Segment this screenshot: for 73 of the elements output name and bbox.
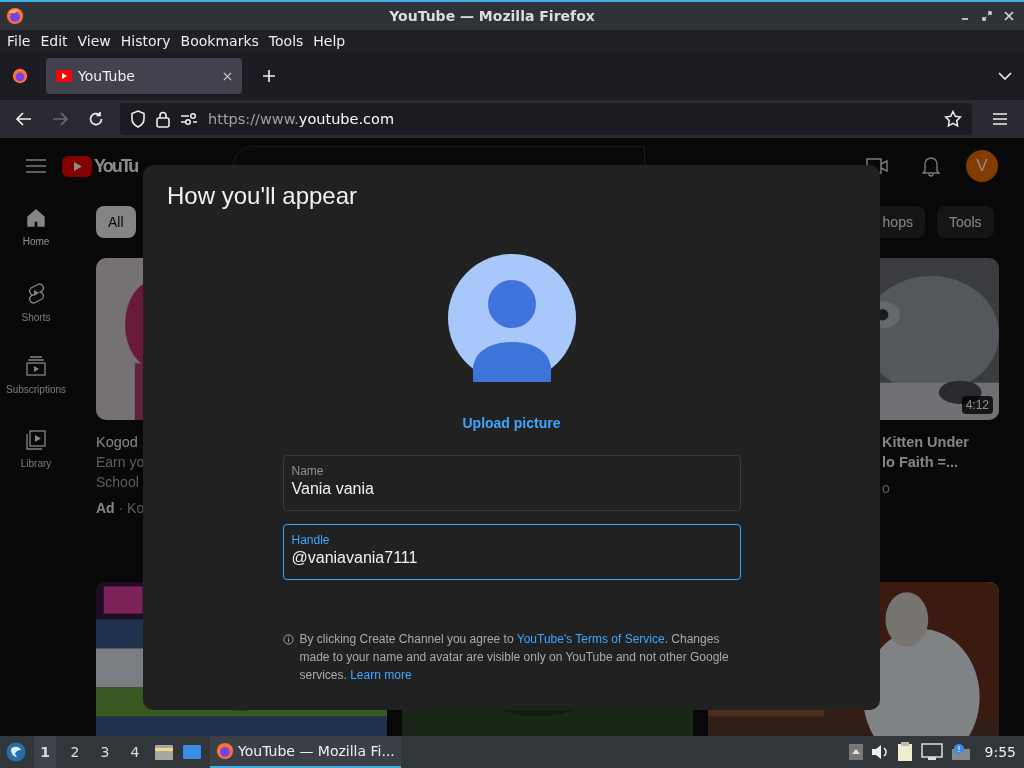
taskbar-button[interactable]: YouTube — Mozilla Fi... (210, 736, 401, 768)
firefox-icon (6, 7, 24, 25)
clipboard-icon[interactable] (896, 742, 913, 762)
text-field[interactable]: Handle @vaniavania7111 (282, 524, 741, 580)
field-label: Name (291, 464, 324, 478)
close-icon[interactable] (1004, 11, 1014, 21)
video-title[interactable]: Kogod (96, 432, 138, 452)
chevron-down-icon[interactable] (998, 72, 1012, 80)
filter-chip[interactable]: Tools (936, 206, 994, 238)
sidebar-item[interactable]: Shorts (0, 282, 72, 356)
terms-link[interactable]: YouTube's Terms of Service (516, 632, 665, 646)
firefox-icon (216, 742, 234, 760)
sidebar-item[interactable]: Home (0, 208, 72, 282)
menu-item[interactable]: Tools (263, 33, 309, 49)
field-label: Handle (291, 533, 330, 547)
window-title: YouTube — Mozilla Firefox (388, 8, 596, 24)
clock: 9:55 (984, 744, 1016, 760)
video-title[interactable]: Kitten Under (882, 432, 969, 452)
address-bar[interactable]: https://www.youtube.com (120, 103, 972, 135)
library-icon (26, 430, 46, 450)
field-value: Vania vania (291, 479, 374, 498)
workspace-button[interactable]: 1 (34, 736, 56, 768)
close-icon[interactable] (223, 71, 232, 81)
file-manager-icon[interactable] (154, 743, 174, 761)
url-text: https://www.youtube.com (208, 111, 395, 127)
menu-item[interactable]: History (115, 33, 176, 49)
update-notice-icon[interactable] (950, 743, 971, 761)
shorts-icon (26, 282, 46, 304)
sidebar-item[interactable]: Library (0, 430, 72, 504)
avatar-placeholder-icon[interactable] (447, 254, 576, 382)
menu-item[interactable]: Edit (35, 33, 73, 49)
field-value: @vaniavania7111 (291, 548, 418, 567)
network-icon[interactable] (920, 743, 943, 761)
workspace-button[interactable]: 2 (64, 736, 86, 768)
notice-text: By clicking Create Channel you agree to YouTube's Terms of Service. Changes made to your name and avatar are visible only on YouTube and not other Google services. Learn more (299, 631, 730, 684)
learn-more-link[interactable]: Learn more (350, 668, 412, 682)
info-icon (282, 634, 294, 645)
lock-icon[interactable] (156, 110, 170, 128)
video-meta: o (882, 479, 890, 498)
play-logo-icon[interactable] (62, 155, 92, 177)
dialog-title: How you'll appear (167, 182, 358, 210)
home-icon (26, 208, 46, 228)
workspace-button[interactable]: 4 (124, 736, 146, 768)
start-menu-icon[interactable] (6, 742, 26, 762)
reload-icon[interactable] (88, 111, 104, 127)
text-field[interactable]: Name Vania vania (282, 455, 741, 511)
menu-item[interactable]: Bookmarks (175, 33, 264, 49)
menu-item[interactable]: View (72, 33, 116, 49)
back-icon[interactable] (16, 112, 32, 126)
bell-icon[interactable] (922, 155, 940, 177)
permissions-icon[interactable] (180, 112, 198, 126)
volume-icon[interactable] (870, 744, 889, 760)
video-description: School (96, 473, 139, 492)
workspace-button[interactable]: 3 (94, 736, 116, 768)
browser-tab[interactable]: YouTube (46, 58, 242, 94)
logo-text[interactable]: YouTu (94, 155, 138, 177)
shield-icon[interactable] (130, 110, 146, 128)
new-tab-icon[interactable] (262, 69, 276, 83)
menu-item[interactable]: File (2, 33, 36, 49)
youtube-icon (56, 70, 72, 82)
menu-icon[interactable] (992, 113, 1008, 125)
tab-title: YouTube (78, 68, 136, 84)
upload-link[interactable]: Upload picture (462, 415, 561, 431)
filter-chip[interactable]: All (96, 206, 136, 238)
video-title[interactable]: lo Faith =... (882, 452, 959, 472)
firefox-icon[interactable] (12, 68, 28, 84)
star-icon[interactable] (944, 110, 962, 128)
desktop-icon[interactable] (182, 743, 202, 761)
duration-badge: 4:12 (961, 396, 993, 414)
menu-item[interactable]: Help (308, 33, 351, 49)
subscriptions-icon (26, 356, 46, 376)
maximize-icon[interactable] (982, 11, 992, 21)
sidebar-item[interactable]: Subscriptions (0, 356, 72, 430)
